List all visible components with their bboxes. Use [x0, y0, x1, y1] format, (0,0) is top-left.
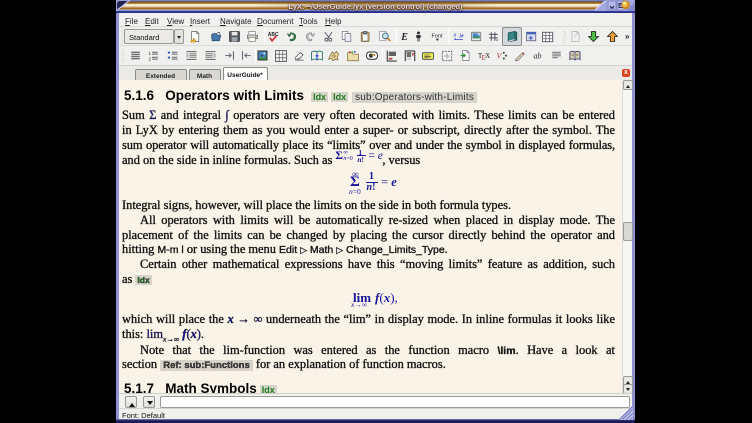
- svg-text:X: X: [485, 51, 490, 59]
- svg-text:ABC: ABC: [268, 32, 279, 38]
- svg-text:E: E: [400, 32, 408, 42]
- svg-text:2: 2: [148, 57, 151, 62]
- svg-text:Font: Font: [432, 33, 443, 39]
- svg-text:b: b: [459, 34, 462, 40]
- svg-text:a: a: [453, 32, 456, 38]
- svg-text:V: V: [497, 51, 503, 60]
- svg-text:ab: ab: [534, 51, 542, 60]
- svg-text:1: 1: [148, 51, 151, 56]
